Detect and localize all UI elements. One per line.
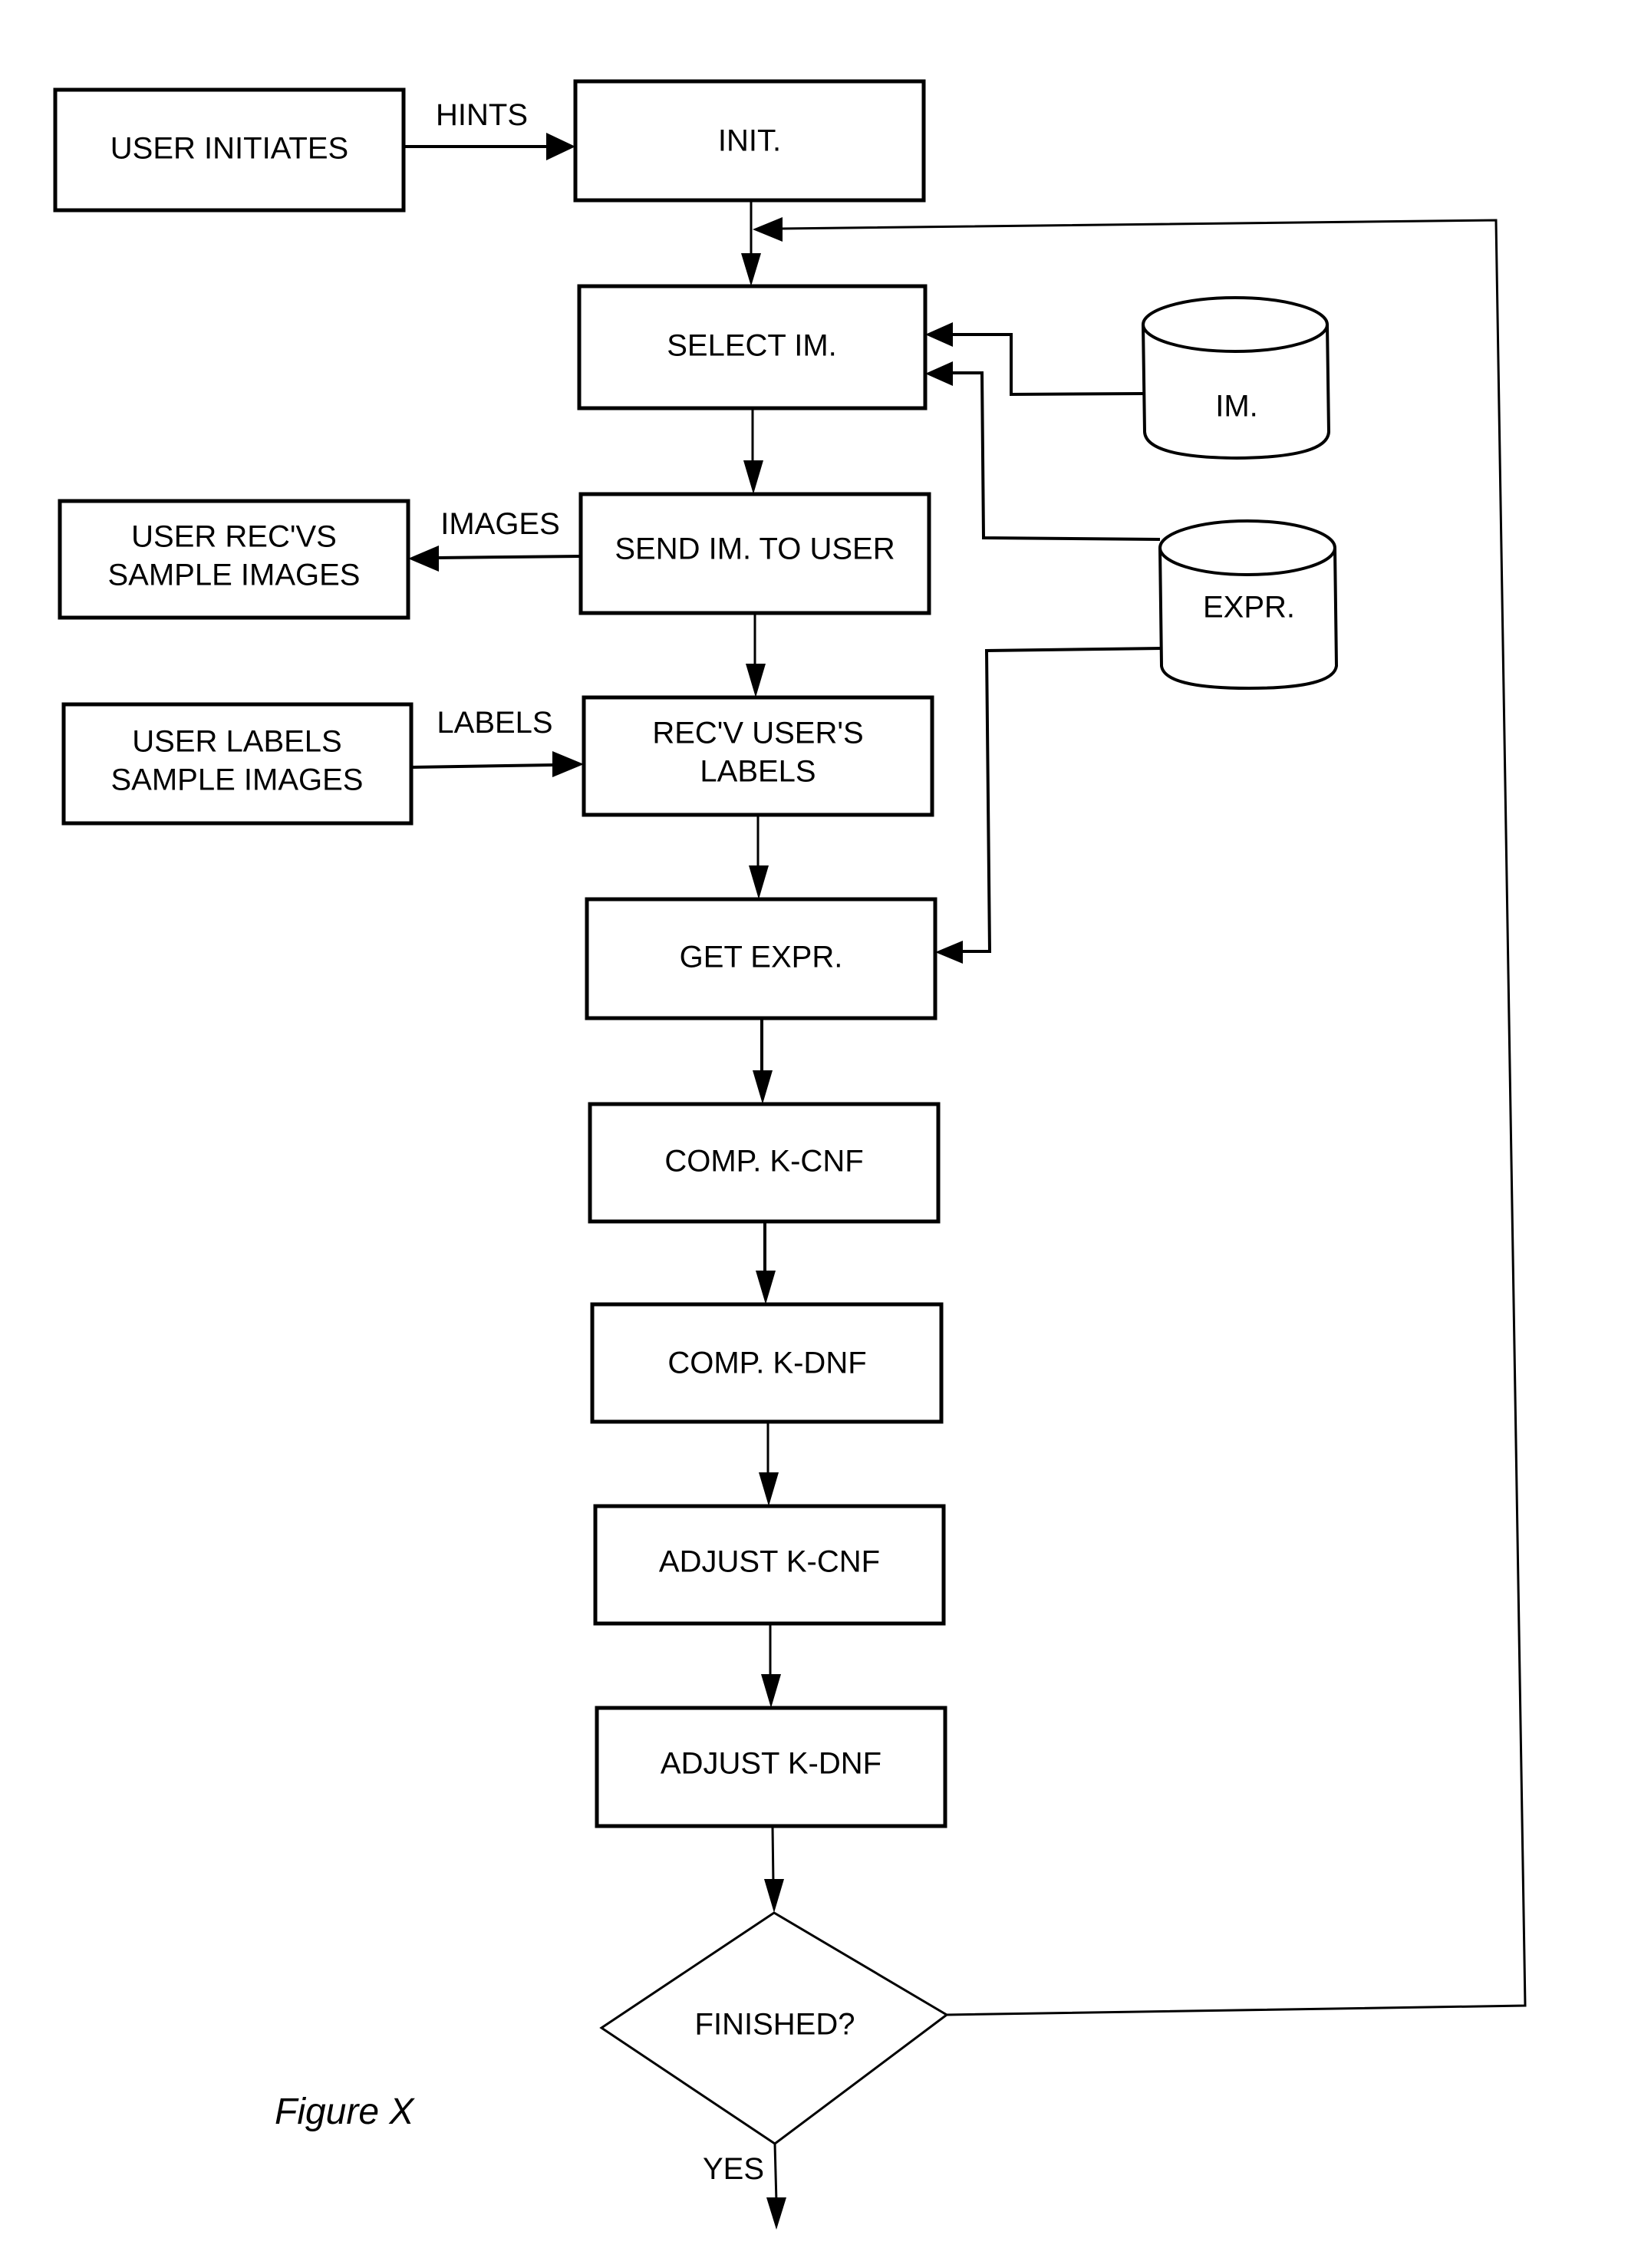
arrowhead-icon [408,546,439,572]
user-initiates-node: USER INITIATES [53,87,406,213]
arrowhead-icon [753,1070,773,1104]
user-initiates-label: USER INITIATES [110,132,348,166]
select-im-label: SELECT IM. [667,329,837,363]
user-labels-node: USER LABELS SAMPLE IMAGES [61,702,414,826]
select-to-send-edge [743,408,763,494]
arrowhead-icon [764,1879,784,1913]
adjust-kdnf-node: ADJUST K-DNF [595,1706,947,1828]
arrowhead-icon [761,1674,781,1708]
flowchart: USER INITIATES HINTS INIT. SELECT IM. IM… [53,79,1527,2230]
images-edge: IMAGES [408,507,582,572]
im-to-select-edge [925,322,1144,397]
hints-edge: HINTS [404,98,575,160]
get-expr-label: GET EXPR. [680,941,843,974]
user-receives-label-line1: USER REC'VS [131,520,337,554]
finished-decision: FINISHED? [599,1911,949,2145]
figure-caption: Figure X [275,2092,415,2132]
recv-to-get-expr-edge [749,815,769,899]
arrowhead-icon [743,460,763,494]
arrowhead-icon [766,2197,786,2230]
user-labels-label-line1: USER LABELS [132,725,341,759]
recv-labels-label-line1: REC'V USER'S [652,717,863,750]
arrowhead-icon [925,361,953,386]
expr-to-get-expr-edge [935,647,1162,964]
adjust-kdnf-to-finished-edge [764,1825,784,1913]
user-labels-label-line2: SAMPLE IMAGES [111,763,364,797]
adjust-kdnf-label: ADJUST K-DNF [661,1747,881,1781]
adjust-kcnf-to-adjust-kdnf-edge [761,1624,781,1708]
arrowhead-icon [746,664,766,697]
recv-labels-node: REC'V USER'S LABELS [582,695,934,817]
init-node: INIT. [573,79,926,203]
expr-datastore-label: EXPR. [1203,591,1295,625]
comp-kcnf-label: COMP. K-CNF [664,1145,863,1179]
send-im-node: SEND IM. TO USER [578,492,931,615]
arrowhead-icon [741,253,761,286]
init-label: INIT. [718,124,781,158]
im-datastore-label: IM. [1215,390,1258,424]
images-label: IMAGES [440,507,560,541]
arrowhead-icon [756,1271,776,1304]
comp-kcnf-node: COMP. K-CNF [588,1102,941,1224]
send-im-label: SEND IM. TO USER [615,532,895,566]
arrowhead-icon [935,941,963,964]
get-expr-to-comp-kcnf-edge [753,1018,773,1104]
recv-labels-label-line2: LABELS [700,755,816,789]
arrowhead-icon [546,133,575,160]
init-to-select-edge [741,200,761,286]
send-to-recv-edge [746,613,766,697]
adjust-kcnf-node: ADJUST K-CNF [593,1504,946,1626]
finished-label: FINISHED? [695,2008,855,2042]
arrowhead-icon [759,1472,779,1506]
arrowhead-icon [925,322,953,347]
select-im-node: SELECT IM. [577,284,928,410]
im-datastore: IM. [1142,296,1331,460]
yes-label: YES [703,2152,764,2186]
expr-to-select-edge [925,361,1161,541]
comp-kdnf-label: COMP. K-DNF [667,1347,866,1380]
arrowhead-icon [552,751,584,777]
get-expr-node: GET EXPR. [585,897,937,1020]
yes-edge: YES [703,2143,786,2230]
expr-datastore: EXPR. [1158,519,1339,691]
arrowhead-icon [749,865,769,899]
user-receives-label-line2: SAMPLE IMAGES [108,559,361,592]
comp-kcnf-to-comp-kdnf-edge [756,1221,776,1304]
adjust-kcnf-label: ADJUST K-CNF [659,1545,880,1579]
labels-edge: LABELS [410,706,584,777]
user-receives-node: USER REC'VS SAMPLE IMAGES [58,499,410,620]
comp-kdnf-to-adjust-kcnf-edge [759,1422,779,1506]
comp-kdnf-node: COMP. K-DNF [590,1302,944,1424]
arrowhead-icon [753,217,783,242]
hints-label: HINTS [436,98,528,132]
labels-label: LABELS [437,706,552,740]
